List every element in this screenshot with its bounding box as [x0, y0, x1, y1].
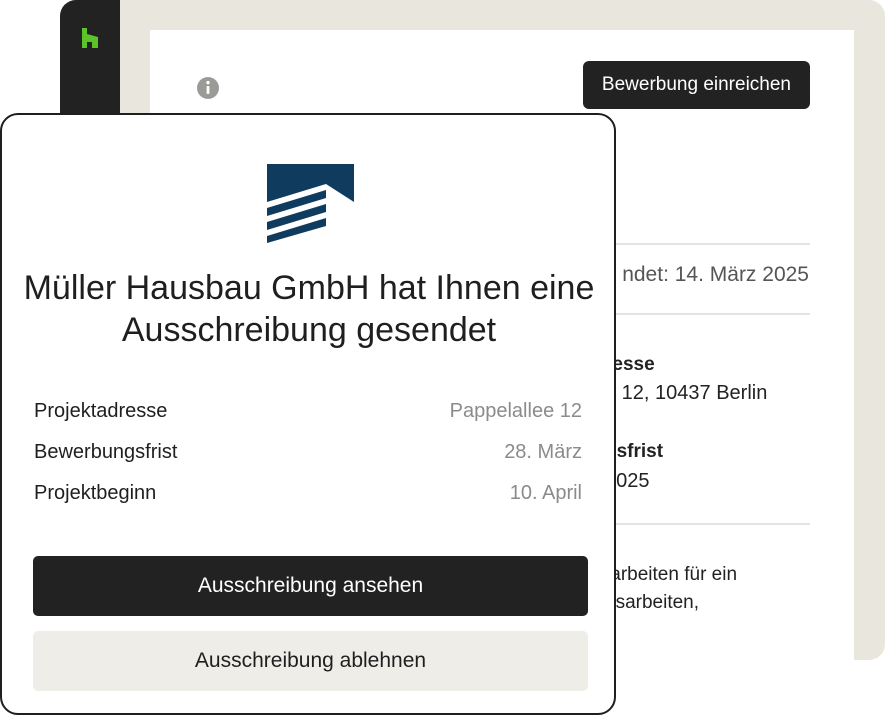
project-details: Projektadresse Pappelallee 12 Bewerbungs… [34, 391, 582, 514]
invitation-modal: Müller Hausbau GmbH hat Ihnen eine Aussc… [0, 113, 616, 715]
address-value: e 12, 10437 Berlin [605, 382, 768, 404]
detail-value: Pappelallee 12 [449, 400, 582, 422]
company-logo [267, 164, 354, 243]
detail-row-start: Projektbeginn 10. April [34, 473, 582, 514]
detail-label: Projektadresse [34, 400, 168, 422]
detail-value: 10. April [509, 482, 582, 504]
screen: Bewerbung einreichen ndet: 14. März 2025… [0, 0, 885, 720]
sent-date-text: ndet: 14. März 2025 [622, 263, 809, 286]
decline-tender-button[interactable]: Ausschreibung ablehnen [33, 631, 588, 691]
description-text: tarbeiten für ein [605, 564, 738, 585]
view-tender-button[interactable]: Ausschreibung ansehen [33, 556, 588, 616]
detail-row-deadline: Bewerbungsfrist 28. März [34, 432, 582, 473]
detail-row-address: Projektadresse Pappelallee 12 [34, 391, 582, 432]
detail-label: Bewerbungsfrist [34, 441, 178, 463]
info-icon[interactable] [196, 76, 220, 100]
detail-label: Projektbeginn [34, 482, 157, 504]
submit-application-button[interactable]: Bewerbung einreichen [582, 61, 810, 109]
modal-title: Müller Hausbau GmbH hat Ihnen eine Aussc… [23, 269, 595, 349]
detail-value: 28. März [504, 441, 582, 463]
houzz-logo-icon[interactable] [78, 26, 102, 50]
description-text: gsarbeiten, [605, 592, 700, 613]
